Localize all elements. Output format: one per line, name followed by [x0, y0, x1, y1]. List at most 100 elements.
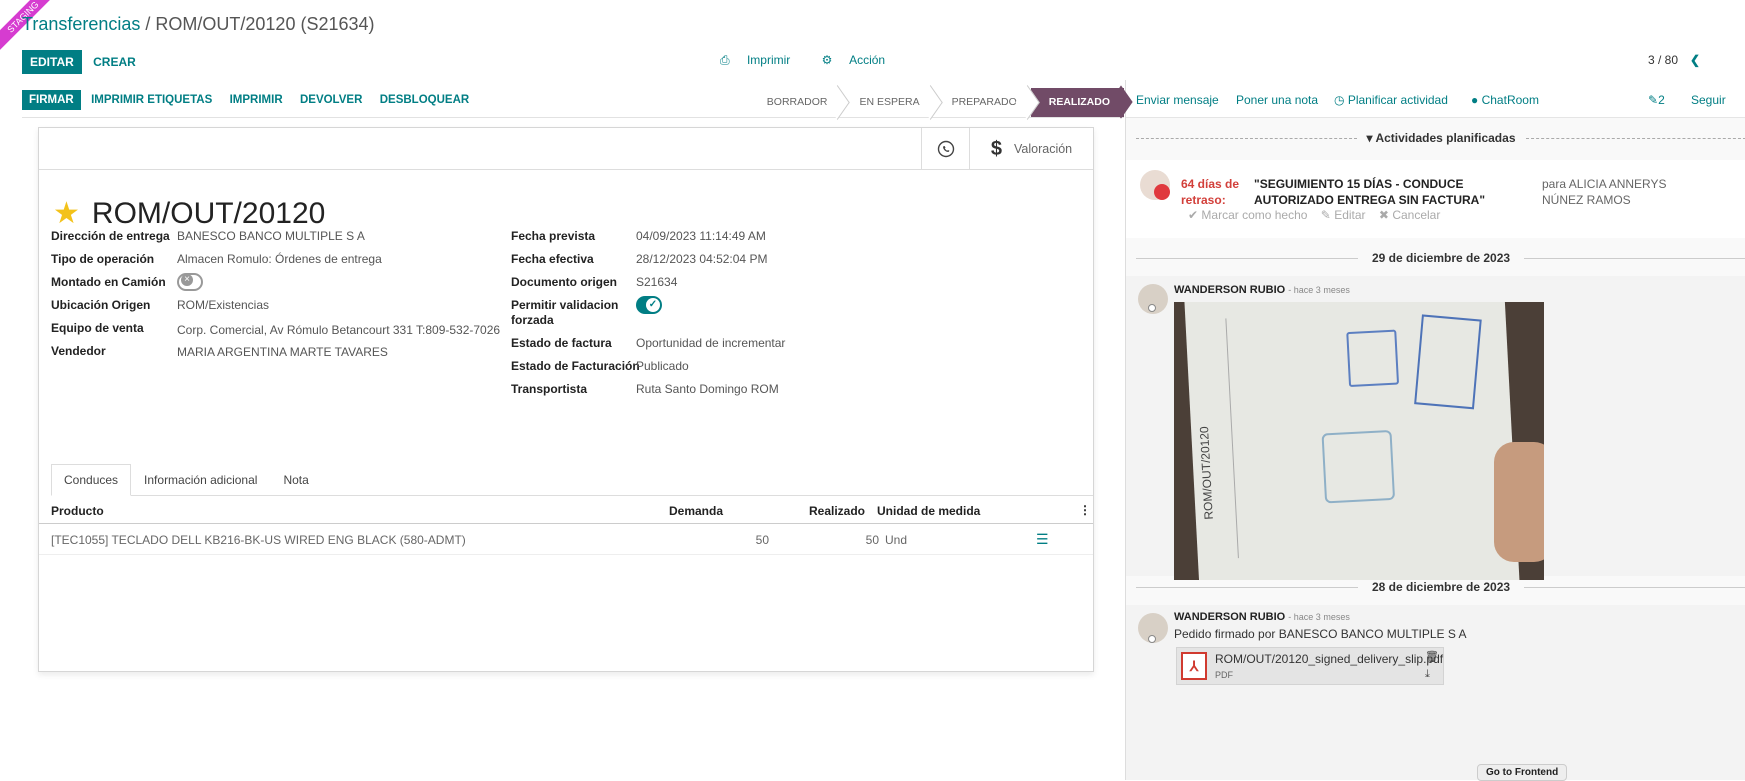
notebook-tabs: Conduces Información adicional Nota — [51, 464, 1093, 496]
pager-previous-icon[interactable]: ❮ — [1690, 53, 1700, 67]
form-sheet: $ Valoración ★ ROM/OUT/20120 Dirección de … — [38, 127, 1094, 672]
activity-item: 64 días de retraso: "SEGUIMIENTO 15 DÍAS… — [1126, 160, 1745, 238]
field-source-document[interactable]: S21634 — [636, 275, 677, 289]
tab-additional-info[interactable]: Información adicional — [131, 464, 270, 496]
activity-assigned: para ALICIA ANNERYS NÚNEZ RAMOS — [1542, 177, 1667, 207]
field-label-operation-type: Tipo de operación — [51, 252, 155, 266]
status-row: FIRMAR IMPRIMIR ETIQUETAS IMPRIMIR DEVOL… — [22, 88, 1124, 118]
return-button[interactable]: DEVOLVER — [293, 90, 369, 110]
follow-button[interactable]: Seguir — [1691, 93, 1726, 107]
column-demand[interactable]: Demanda — [669, 504, 723, 518]
field-label-carrier: Transportista — [511, 382, 588, 396]
status-bar: BORRADOR EN ESPERA PREPARADO REALIZADO — [748, 88, 1124, 117]
tab-note[interactable]: Nota — [270, 464, 321, 496]
field-delivery-address[interactable]: BANESCO BANCO MULTIPLE S A — [177, 229, 365, 243]
field-carrier[interactable]: Ruta Santo Domingo ROM — [636, 382, 779, 396]
field-label-sales-team: Equipo de venta — [51, 321, 144, 335]
cell-uom: Und — [885, 533, 908, 547]
activity-delay: 64 días de retraso: — [1181, 177, 1240, 207]
stage-waiting[interactable]: EN ESPERA — [841, 88, 934, 117]
activity-actions: ✔ Marcar como hecho ✎ Editar ✖ Cancelar — [1188, 208, 1440, 222]
chatter-topbar: Enviar mensaje Poner una nota ◷ Planific… — [1126, 80, 1745, 118]
valuation-button[interactable]: $ Valoración — [969, 128, 1093, 170]
chatroom-button[interactable]: ● ChatRoom — [1471, 93, 1539, 107]
field-label-delivery-address: Dirección de entrega — [51, 229, 170, 243]
print-button[interactable]: IMPRIMIR — [223, 90, 290, 110]
truck-mounted-toggle[interactable] — [177, 273, 203, 291]
tab-conduces[interactable]: Conduces — [51, 464, 132, 496]
mark-done-button[interactable]: ✔ Marcar como hecho — [1188, 208, 1307, 222]
sign-button[interactable]: FIRMAR — [22, 90, 81, 110]
edit-button[interactable]: EDITAR — [22, 50, 82, 74]
status-buttons: FIRMAR IMPRIMIR ETIQUETAS IMPRIMIR DEVOL… — [22, 90, 476, 110]
control-buttons: EDITAR CREAR — [22, 50, 144, 74]
cancel-activity-label: Cancelar — [1392, 208, 1441, 222]
stage-draft[interactable]: BORRADOR — [748, 88, 842, 117]
go-to-frontend-button[interactable]: Go to Frontend — [1477, 764, 1568, 781]
attachments-button[interactable]: ✎2 — [1648, 93, 1665, 107]
unlock-button[interactable]: DESBLOQUEAR — [373, 90, 476, 110]
trash-icon[interactable]: 🗑 — [1425, 650, 1439, 663]
print-icon: ⎙ — [720, 53, 730, 67]
field-label-billing-state: Estado de Facturación — [511, 359, 640, 373]
field-invoice-state[interactable]: Oportunidad de incrementar — [636, 336, 785, 350]
overdue-indicator — [1154, 184, 1170, 200]
print-menu[interactable]: ⎙ Imprimir — [720, 53, 804, 67]
breadcrumb-parent-link[interactable]: Transferencias — [22, 14, 140, 34]
activity-summary: "SEGUIMIENTO 15 DÍAS - CONDUCE AUTORIZAD… — [1254, 177, 1486, 207]
schedule-activity-label: Planificar actividad — [1347, 93, 1448, 107]
planned-activities-header[interactable]: ▾ Actividades planificadas — [1136, 128, 1745, 148]
star-icon[interactable]: ★ — [53, 196, 80, 231]
field-label-effective-date: Fecha efectiva — [511, 252, 594, 266]
print-labels-button[interactable]: IMPRIMIR ETIQUETAS — [84, 90, 219, 110]
caret-down-icon: ▾ — [1366, 131, 1373, 145]
stage-done[interactable]: REALIZADO — [1030, 88, 1124, 117]
photo-hand — [1494, 442, 1544, 562]
field-scheduled-date[interactable]: 04/09/2023 11:14:49 AM — [636, 229, 766, 243]
detailed-operations-icon[interactable]: ☰ — [1036, 531, 1049, 548]
planned-activities-text: Actividades planificadas — [1375, 131, 1516, 145]
send-message-button[interactable]: Enviar mensaje — [1136, 93, 1219, 107]
action-label: Acción — [849, 53, 886, 67]
field-sales-team[interactable]: Corp. Comercial, Av Rómulo Betancourt 33… — [177, 323, 500, 337]
photo-attachment[interactable]: ROM/OUT/20120 — [1174, 302, 1544, 580]
field-effective-date[interactable]: 28/12/2023 04:52:04 PM — [636, 252, 767, 266]
table-row[interactable]: [TEC1055] TECLADO DELL KB216-BK-US WIRED… — [39, 525, 1093, 555]
column-options-icon[interactable]: ⋮ — [1079, 503, 1091, 517]
download-icon[interactable]: ⤓ — [1425, 668, 1430, 681]
paperclip-icon: ✎ — [1648, 93, 1659, 107]
field-salesperson[interactable]: MARIA ARGENTINA MARTE TAVARES — [177, 345, 388, 359]
message-author: WANDERSON RUBIO - hace 3 meses — [1174, 284, 1350, 296]
message-2-time: - hace 3 meses — [1288, 612, 1350, 622]
field-label-force-validation: Permitir validacion forzada — [511, 298, 619, 327]
close-icon: ✖ — [1378, 208, 1389, 222]
column-done[interactable]: Realizado — [809, 504, 865, 518]
stage-ready[interactable]: PREPARADO — [933, 88, 1031, 117]
button-box: $ Valoración — [39, 128, 1093, 170]
field-source-location[interactable]: ROM/Existencias — [177, 298, 269, 312]
column-uom[interactable]: Unidad de medida — [877, 504, 980, 518]
log-note-button[interactable]: Poner una nota — [1236, 93, 1318, 107]
message-1-time: - hace 3 meses — [1288, 285, 1350, 295]
pager-value[interactable]: 3 / 80 — [1648, 53, 1678, 67]
pencil-icon: ✎ — [1320, 208, 1331, 222]
force-validation-toggle[interactable] — [636, 296, 662, 314]
edit-activity-button[interactable]: ✎ Editar — [1321, 208, 1366, 222]
column-product[interactable]: Producto — [51, 504, 104, 518]
schedule-activity-button[interactable]: ◷ Planificar actividad — [1334, 93, 1448, 107]
photo-stamp — [1346, 329, 1400, 388]
presence-indicator — [1148, 635, 1156, 643]
dollar-icon: $ — [990, 137, 1002, 160]
field-operation-type[interactable]: Almacen Romulo: Órdenes de entrega — [177, 252, 382, 266]
attachment-type: PDF — [1215, 670, 1233, 680]
action-menu[interactable]: ⚙ Acción — [822, 53, 899, 67]
message-author: WANDERSON RUBIO - hace 3 meses — [1174, 611, 1350, 623]
date-separator-1-label: 29 de diciembre de 2023 — [1371, 251, 1511, 265]
create-button[interactable]: CREAR — [85, 50, 144, 74]
field-billing-state[interactable]: Publicado — [636, 359, 689, 373]
pager: 3 / 80 ❮ — [1648, 53, 1700, 67]
message-body: Pedido firmado por BANESCO BANCO MULTIPL… — [1174, 627, 1467, 641]
whatsapp-button[interactable] — [921, 128, 969, 170]
cancel-activity-button[interactable]: ✖ Cancelar — [1379, 208, 1440, 222]
pdf-attachment[interactable]: ⅄ ROM/OUT/20120_signed_delivery_slip.pdf… — [1176, 647, 1444, 685]
